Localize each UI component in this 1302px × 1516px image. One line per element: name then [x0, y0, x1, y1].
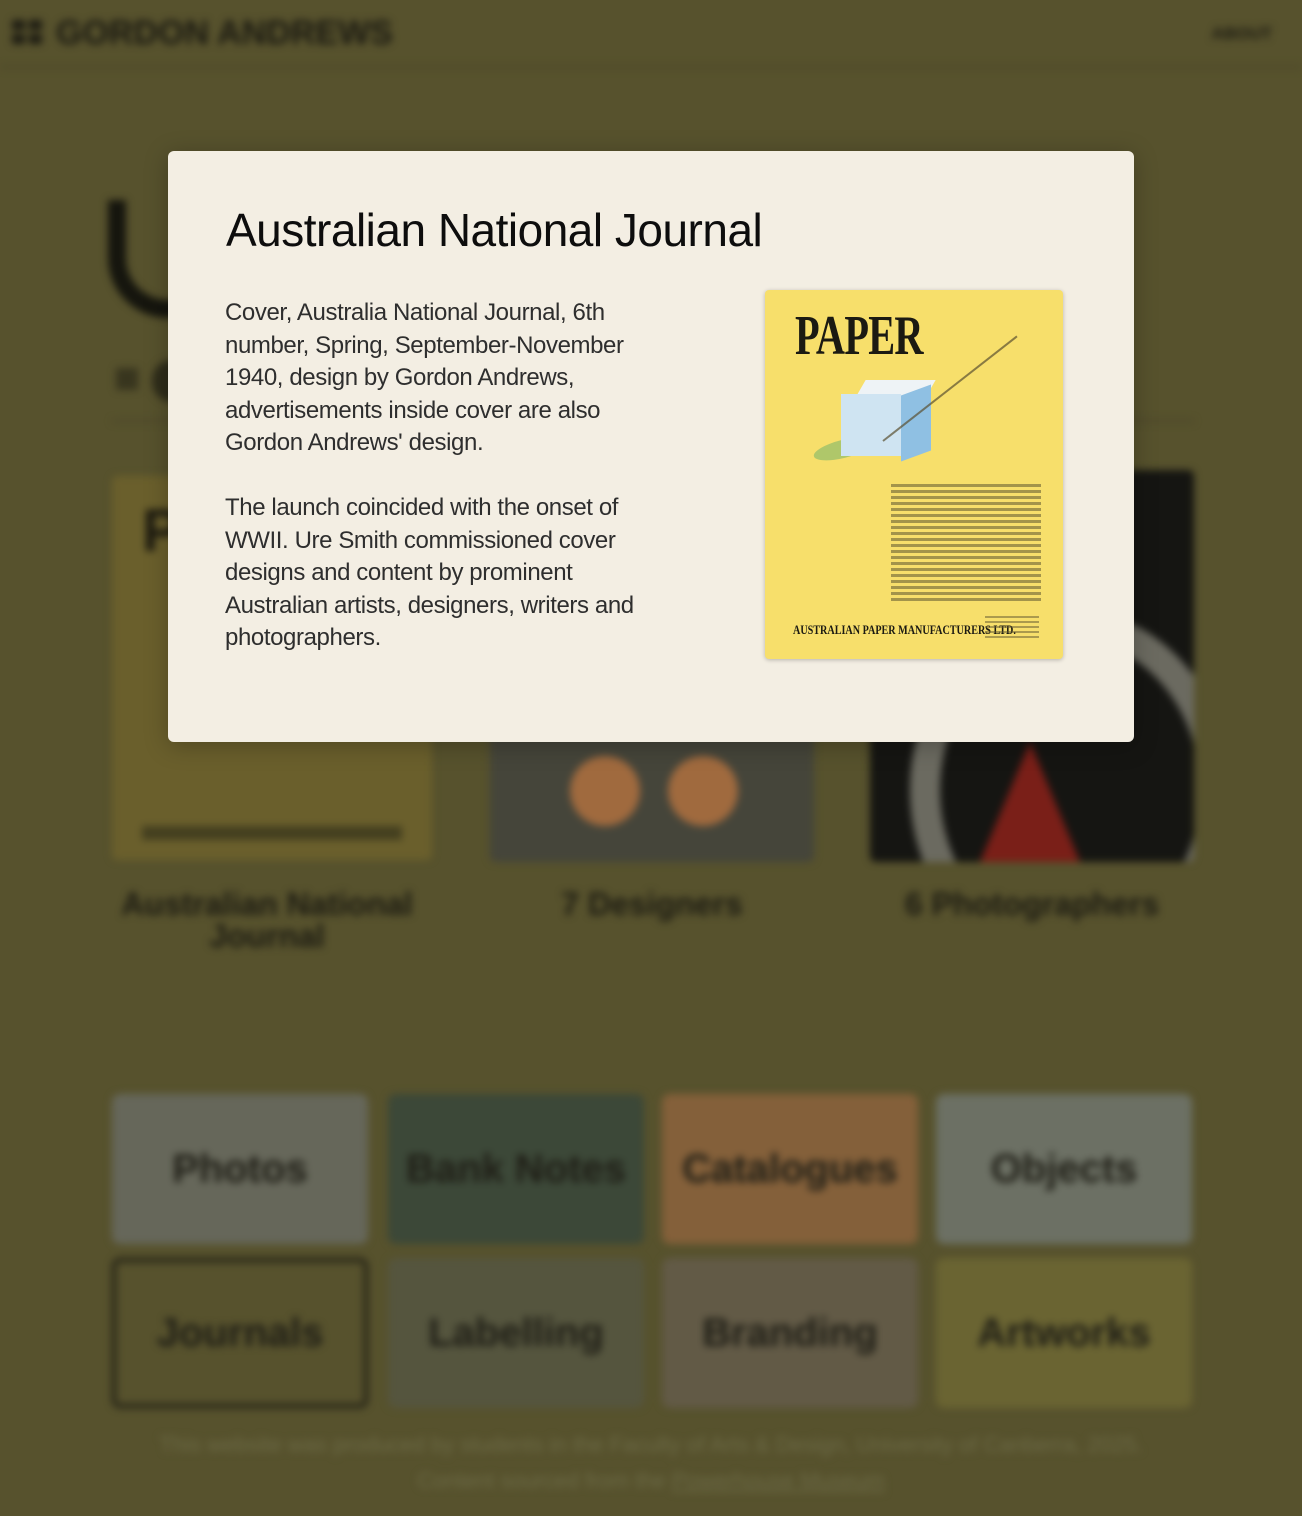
category-tile-artworks[interactable]: Artworks	[936, 1258, 1192, 1408]
cover-headline: PAPER	[795, 305, 924, 367]
cover-maker: AUSTRALIAN PAPER MANUFACTURERS LTD.	[793, 622, 1016, 637]
cover-cube-front	[841, 394, 901, 456]
site-header: GORDON ANDREWS ABOUT	[0, 0, 1302, 68]
medal-icon	[570, 756, 640, 826]
list-view-icon[interactable]	[116, 368, 138, 390]
category-tile-labelling[interactable]: Labelling	[388, 1258, 644, 1408]
modal-description-1: Cover, Australia National Journal, 6th n…	[225, 299, 624, 457]
cover-address-text	[985, 616, 1039, 641]
cover-body-text	[891, 484, 1041, 604]
item-detail-modal[interactable]: Australian National Journal Cover, Austr…	[168, 151, 1134, 742]
footer-source: Content sourced from the Powerhouse Muse…	[0, 1468, 1302, 1494]
modal-description-2: The launch coincided with the onset of W…	[225, 494, 634, 652]
cover-triangle-shape	[980, 742, 1080, 862]
logo-grid-icon[interactable]	[12, 20, 44, 46]
modal-title: Australian National Journal	[226, 204, 763, 256]
category-tile-bank-notes[interactable]: Bank Notes	[388, 1094, 644, 1244]
site-brand[interactable]: GORDON ANDREWS	[56, 14, 393, 53]
category-tile-branding[interactable]: Branding	[662, 1258, 918, 1408]
card-label[interactable]: 7 Designers	[490, 888, 814, 920]
footer-credit: This website was produced by students in…	[159, 1432, 1143, 1457]
category-tile-photos[interactable]: Photos	[112, 1094, 368, 1244]
footer-source-prefix: Content sourced from the	[417, 1468, 672, 1493]
category-tile-journals[interactable]: Journals	[112, 1258, 368, 1408]
medal-icon	[668, 756, 738, 826]
card-cover-footer	[142, 826, 402, 840]
journal-cover-image: PAPER AUSTRALIAN PAPER MANUFACTURERS LTD…	[765, 290, 1063, 659]
nav-about-link[interactable]: ABOUT	[1212, 24, 1272, 44]
powerhouse-museum-link[interactable]: Powerhouse Museum	[672, 1468, 885, 1493]
card-label[interactable]: 6 Photographers	[870, 888, 1194, 920]
category-tile-catalogues[interactable]: Catalogues	[662, 1094, 918, 1244]
card-label[interactable]: Australian National Journal	[112, 888, 422, 952]
category-tile-objects[interactable]: Objects	[936, 1094, 1192, 1244]
